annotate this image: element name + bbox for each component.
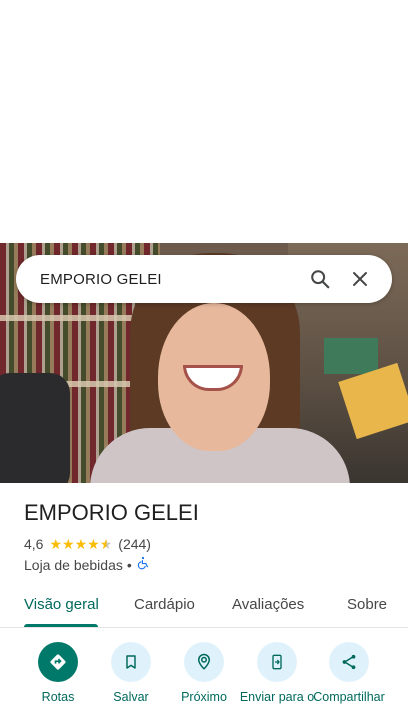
save-label: Salvar: [113, 690, 149, 704]
close-icon[interactable]: [340, 259, 380, 299]
search-bar[interactable]: EMPORIO GELEI: [16, 255, 392, 303]
review-count[interactable]: (244): [118, 536, 151, 552]
share-button[interactable]: Compartilhar: [309, 642, 389, 704]
directions-icon: [38, 642, 78, 682]
place-title: EMPORIO GELEI: [24, 500, 199, 525]
tab-about[interactable]: Sobre: [347, 596, 387, 613]
star-icon: ★: [74, 536, 88, 552]
nearby-icon: [184, 642, 224, 682]
wheelchair-icon[interactable]: [136, 556, 150, 573]
tab-reviews[interactable]: Avaliações: [232, 596, 304, 613]
rating-value: 4,6: [24, 536, 44, 552]
star-icon: ★: [62, 536, 75, 552]
share-label: Compartilhar: [313, 690, 385, 704]
action-bar: Rotas Salvar Próximo Enviar para o Compa…: [0, 640, 408, 726]
search-icon[interactable]: [300, 259, 340, 299]
tab-bar: Visão geral Cardápio Avaliações Sobre: [0, 588, 408, 628]
nearby-label: Próximo: [181, 690, 227, 704]
bookmark-icon: [111, 642, 151, 682]
category-label: Loja de bebidas: [24, 556, 123, 573]
save-button[interactable]: Salvar: [91, 642, 171, 704]
send-to-phone-button[interactable]: Enviar para o: [237, 642, 317, 704]
separator: •: [126, 556, 132, 573]
active-tab-indicator: [24, 624, 98, 627]
tab-menu[interactable]: Cardápio: [134, 596, 195, 613]
rating-row[interactable]: 4,6 ★ ★ ★ ★ ★ (244): [24, 536, 151, 552]
share-icon: [329, 642, 369, 682]
star-icon: ★: [49, 536, 63, 552]
directions-label: Rotas: [41, 690, 75, 704]
blank-area: [0, 0, 408, 243]
send-to-phone-icon: [257, 642, 297, 682]
star-rating: ★ ★ ★ ★ ★: [49, 537, 112, 551]
bag-shape: [0, 373, 70, 483]
category-row: Loja de bebidas •: [24, 556, 150, 573]
send-to-phone-label: Enviar para o: [239, 690, 315, 704]
half-star-icon: ★: [99, 536, 113, 552]
nearby-button[interactable]: Próximo: [164, 642, 244, 704]
star-icon: ★: [87, 536, 100, 552]
product-box: [324, 338, 378, 374]
search-input[interactable]: EMPORIO GELEI: [40, 271, 300, 288]
directions-button[interactable]: Rotas: [18, 642, 98, 704]
tab-overview[interactable]: Visão geral: [24, 596, 99, 613]
